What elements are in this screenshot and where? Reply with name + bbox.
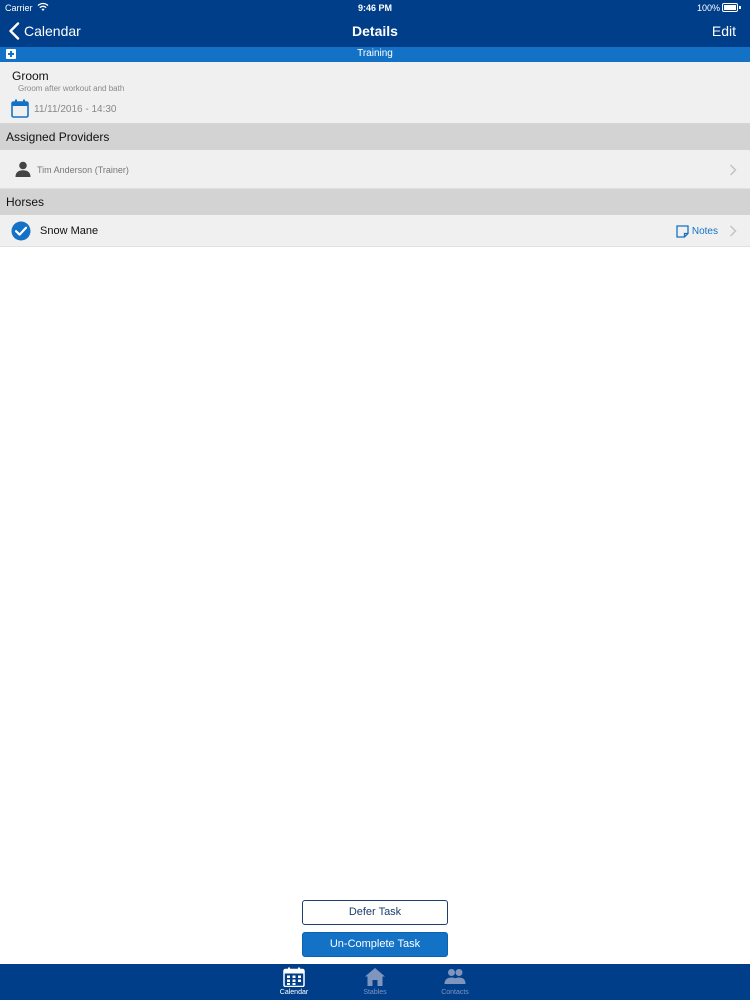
- provider-row[interactable]: Tim Anderson (Trainer): [0, 150, 750, 189]
- chevron-right-icon: [729, 164, 737, 176]
- note-icon: [676, 224, 689, 238]
- battery-icon: [722, 3, 741, 12]
- category-label: Training: [357, 48, 393, 59]
- section-header-horses: Horses: [0, 189, 750, 215]
- tab-stables[interactable]: Stables: [340, 964, 410, 1000]
- calendar-icon: [283, 967, 305, 987]
- checkmark-circle-icon[interactable]: [11, 221, 31, 241]
- section-header-providers: Assigned Providers: [0, 124, 750, 150]
- horse-row[interactable]: Snow Mane Notes: [0, 215, 750, 247]
- calendar-icon: [11, 99, 29, 118]
- clock: 9:46 PM: [357, 3, 392, 13]
- tab-contacts[interactable]: Contacts: [420, 964, 490, 1000]
- tab-label: Contacts: [441, 989, 469, 996]
- task-description: Groom after workout and bath: [18, 84, 125, 93]
- category-bar: Training: [0, 47, 750, 62]
- provider-name: Tim Anderson (Trainer): [37, 165, 129, 175]
- task-datetime: 11/11/2016 - 14:30: [34, 104, 117, 115]
- notes-button[interactable]: Notes: [676, 223, 718, 239]
- defer-task-button[interactable]: Defer Task: [302, 900, 448, 925]
- tab-label: Stables: [363, 989, 387, 996]
- chevron-right-icon: [729, 225, 737, 237]
- stable-icon: [365, 968, 385, 986]
- uncomplete-task-button[interactable]: Un-Complete Task: [302, 932, 448, 957]
- person-icon: [15, 161, 31, 177]
- task-details: Groom Groom after workout and bath 11/11…: [0, 62, 750, 124]
- status-bar: Carrier 9:46 PM 100%: [0, 0, 750, 15]
- task-title: Groom: [12, 69, 49, 83]
- horse-name: Snow Mane: [40, 225, 99, 237]
- battery-percent: 100%: [696, 3, 720, 13]
- edit-button[interactable]: Edit: [712, 23, 736, 39]
- page-title: Details: [352, 23, 398, 39]
- tab-bar: Calendar Stables Contacts: [0, 964, 750, 1000]
- notes-label: Notes: [691, 225, 718, 237]
- app-root: Carrier 9:46 PM 100% Calendar Details Ed…: [0, 0, 750, 1000]
- tab-label: Calendar: [279, 989, 309, 996]
- navigation-bar: Carrier 9:46 PM 100% Calendar Details Ed…: [0, 0, 750, 47]
- contacts-icon: [444, 969, 466, 984]
- tab-calendar[interactable]: Calendar: [259, 964, 329, 1000]
